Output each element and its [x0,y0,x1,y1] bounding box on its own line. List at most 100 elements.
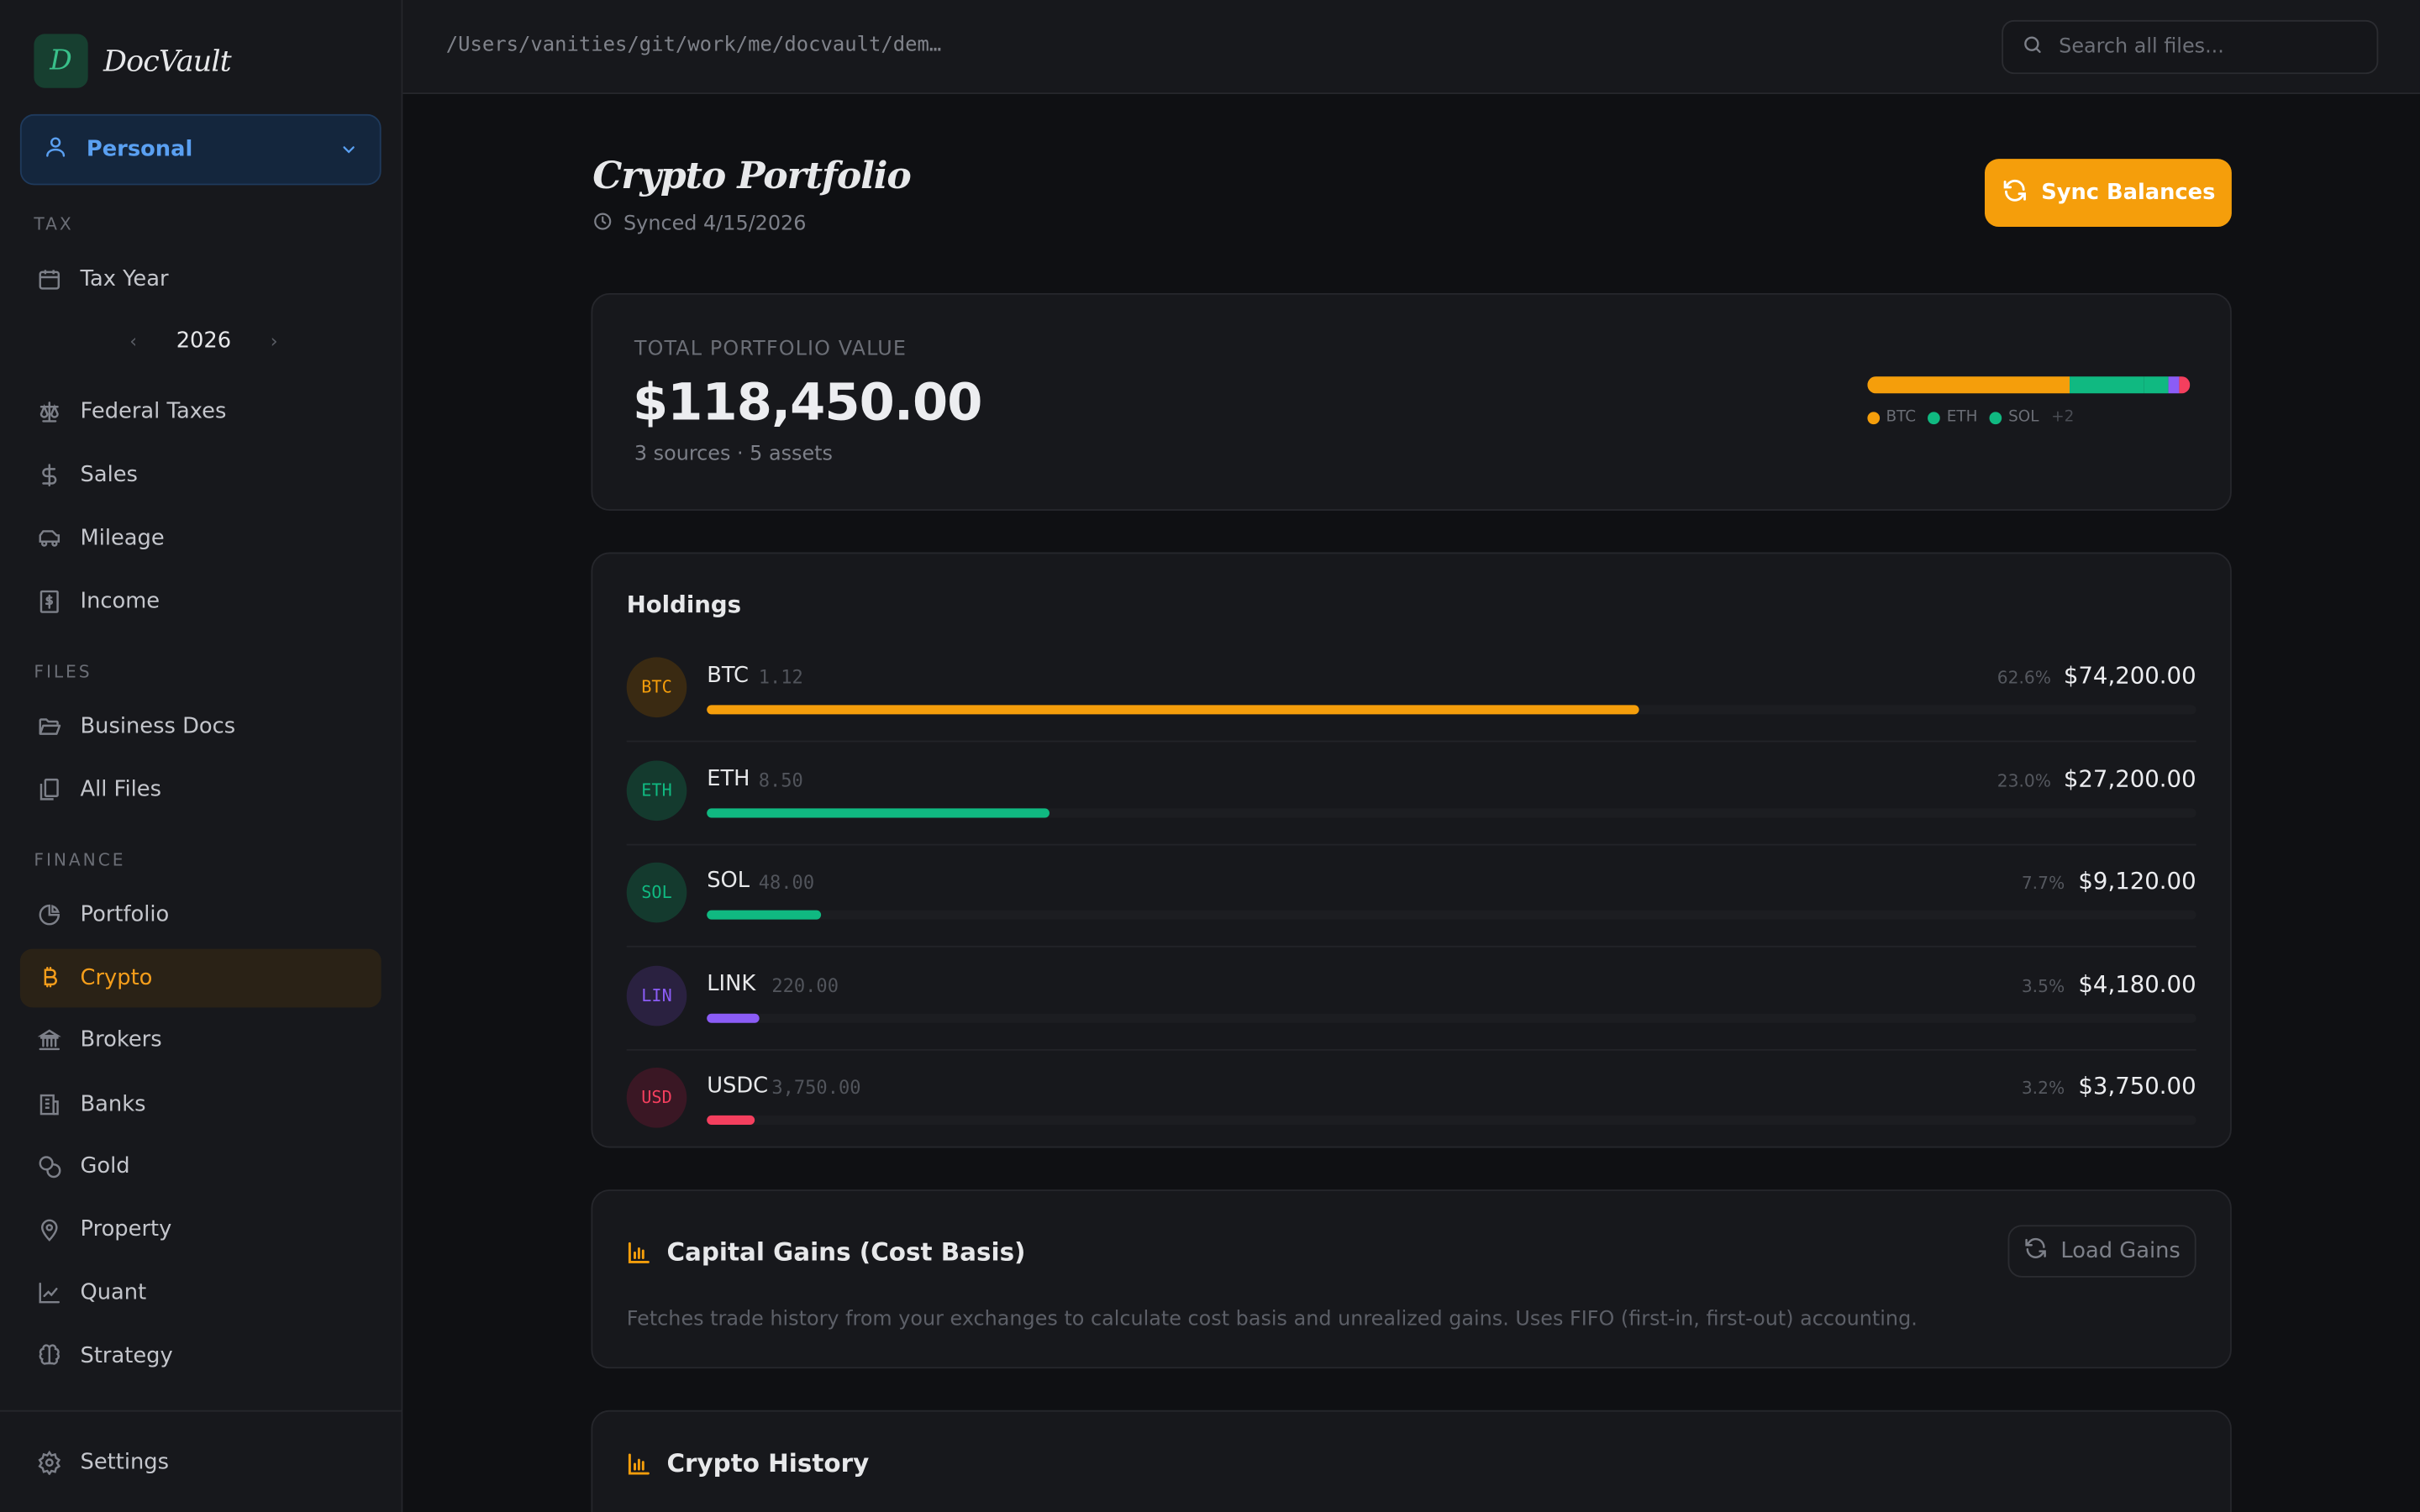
sidebar-item-property[interactable]: Property [20,1200,381,1259]
sidebar-item-sales[interactable]: Sales [20,446,381,505]
asset-value: $4,180.00 [2078,969,2196,998]
line-chart-icon [37,1280,61,1305]
sidebar-item-tax-year[interactable]: Tax Year [20,250,381,309]
row-divider [626,1048,2196,1050]
holding-row[interactable]: LIN LINK 220.00 3.5% $4,180.00 [626,964,2196,1067]
profile-switcher[interactable]: Personal [19,113,381,186]
sidebar-item-label: Strategy [80,1343,173,1369]
landmark-icon [37,1027,61,1052]
allocation-fill [707,1012,760,1022]
asset-value: $3,750.00 [2078,1072,2196,1100]
sidebar-item-settings[interactable]: Settings [20,1433,381,1492]
brain-icon [37,1344,61,1368]
allocation-segment [2069,376,2144,394]
sidebar-item-label: Brokers [80,1027,162,1053]
coins-icon [37,1154,61,1179]
main-content: Crypto Portfolio Synced 4/15/2026 Sync B… [402,94,2420,1512]
sidebar-item-mileage[interactable]: Mileage [20,509,381,568]
sidebar-item-banks[interactable]: Banks [20,1075,381,1134]
sidebar-item-label: Quant [80,1280,147,1305]
calendar-icon [37,267,61,291]
asset-badge: ETH [626,759,687,821]
sidebar-item-label: Tax Year [80,266,169,292]
sidebar-item-brokers[interactable]: Brokers [20,1011,381,1069]
load-gains-button[interactable]: Load Gains [2007,1225,2196,1278]
legend-more: +2 [2051,408,2075,426]
chevron-down-icon [339,135,358,165]
allocation-fill [707,807,1050,817]
building-icon [37,1092,61,1116]
allocation-bar [1867,376,2191,394]
asset-value: $9,120.00 [2078,867,2196,895]
page-title: Crypto Portfolio [592,152,912,198]
chevron-right-icon[interactable]: › [271,330,278,352]
sidebar-item-label: All Files [80,777,161,803]
asset-percent: 3.2% [2021,1078,2065,1099]
car-icon [37,526,61,550]
capital-gains-title: Capital Gains (Cost Basis) [666,1237,1026,1267]
search-box[interactable] [2002,19,2379,75]
holding-row[interactable]: SOL SOL 48.00 7.7% $9,120.00 [626,862,2196,964]
holding-row[interactable]: BTC BTC 1.12 62.6% $74,200.00 [626,657,2196,759]
map-pin-icon [37,1217,61,1242]
sync-balances-button[interactable]: Sync Balances [1984,159,2232,227]
allocation-fill [707,1115,755,1125]
asset-badge: LIN [626,964,687,1026]
section-label-files: FILES [34,661,92,682]
asset-badge: SOL [626,862,687,923]
sidebar-item-gold[interactable]: Gold [20,1137,381,1196]
allocation-segment [1867,376,2070,394]
asset-badge: USD [626,1067,687,1128]
brand[interactable]: D DocVault [34,34,232,88]
capital-gains-description: Fetches trade history from your exchange… [626,1308,1918,1332]
capital-gains-card: Capital Gains (Cost Basis) Load Gains Fe… [591,1189,2232,1369]
sync-status: Synced 4/15/2026 [592,212,806,238]
sync-status-text: Synced 4/15/2026 [623,213,807,237]
total-sources: 3 sources · 5 assets [634,443,833,466]
files-icon [37,778,61,802]
sync-balances-label: Sync Balances [2041,180,2216,206]
sidebar-item-business-docs[interactable]: Business Docs [20,697,381,756]
sidebar-item-quant[interactable]: Quant [20,1263,381,1322]
sidebar-item-all-files[interactable]: All Files [20,760,381,819]
refresh-icon [2001,176,2027,209]
asset-symbol: BTC [707,663,750,689]
chevron-left-icon[interactable]: ‹ [129,330,137,352]
allocation-fill [707,910,822,920]
holding-row[interactable]: USD USDC 3,750.00 3.2% $3,750.00 [626,1067,2196,1169]
year-value: 2026 [176,328,232,354]
sidebar-item-label: Crypto [80,965,153,991]
asset-percent: 23.0% [1996,770,2051,791]
sidebar-item-label: Portfolio [80,902,170,927]
top-bar: /Users/vanities/git/work/me/docvault/dem… [402,0,2420,95]
profile-name: Personal [86,137,193,162]
holdings-card: Holdings BTC BTC 1.12 62.6% $74,200.00 ETH ETH… [591,552,2232,1148]
allocation-fill [707,705,1639,715]
brand-logo: D [34,34,88,88]
asset-symbol: ETH [707,765,750,791]
legend-label: ETH [1946,408,1978,426]
allocation-segment [2143,376,2169,394]
row-divider [626,843,2196,845]
sidebar-item-crypto[interactable]: Crypto [19,948,381,1008]
asset-percent: 7.7% [2021,873,2065,894]
allocation-track [707,1012,2196,1022]
sidebar-item-income[interactable]: Income [20,572,381,631]
holding-row[interactable]: ETH ETH 8.50 23.0% $27,200.00 [626,759,2196,862]
bar-chart-icon [627,1452,651,1483]
sidebar-item-label: Sales [80,463,138,488]
sidebar-item-strategy[interactable]: Strategy [20,1327,381,1386]
sidebar-item-federal-taxes[interactable]: Federal Taxes [20,383,381,442]
dollar-icon [37,463,61,487]
crypto-history-title: Crypto History [666,1448,870,1478]
year-selector: ‹ 2026 › [129,328,277,353]
asset-amount: 1.12 [758,666,803,689]
asset-value: $27,200.00 [2063,764,2196,793]
sidebar-item-portfolio[interactable]: Portfolio [20,885,381,944]
crypto-history-card: Crypto History [591,1410,2232,1512]
search-input[interactable] [2059,35,2353,59]
legend-item: SOL [1990,409,2039,426]
section-label-finance: FINANCE [34,850,126,870]
bitcoin-icon [37,966,61,990]
allocation-track [707,1115,2196,1125]
